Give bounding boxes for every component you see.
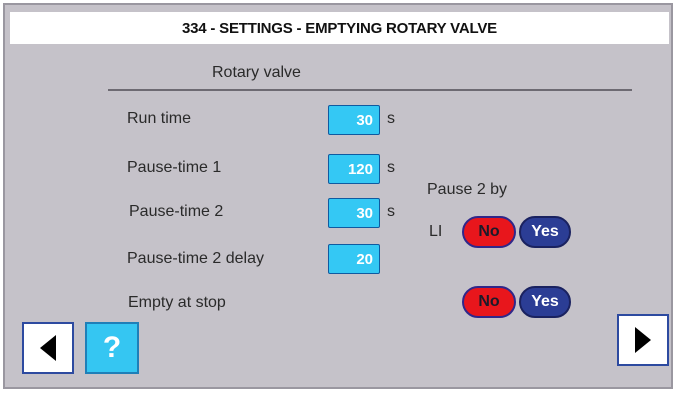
run-time-label: Run time <box>127 110 192 127</box>
pause-time-2-delay-label: Pause-time 2 delay <box>127 250 264 267</box>
section-title: Rotary valve <box>212 64 301 81</box>
help-button[interactable]: ? <box>85 322 139 374</box>
run-time-input[interactable]: 30 <box>328 105 380 135</box>
pause-2-by-label: Pause 2 by <box>427 181 508 198</box>
pause-time-1-label: Pause-time 1 <box>127 159 222 176</box>
pause-2-by-li-yes-button[interactable]: Yes <box>519 216 571 248</box>
pause-time-1-unit: s <box>387 159 395 176</box>
empty-at-stop-yes-button[interactable]: Yes <box>519 286 571 318</box>
empty-at-stop-label: Empty at stop <box>128 294 226 311</box>
section-divider <box>108 89 632 91</box>
pause-time-1-input[interactable]: 120 <box>328 154 380 184</box>
li-label: LI <box>429 223 443 240</box>
forward-button[interactable] <box>617 314 669 366</box>
pause-2-by-li-no-button[interactable]: No <box>462 216 516 248</box>
back-button[interactable] <box>22 322 74 374</box>
triangle-left-icon <box>40 335 56 361</box>
triangle-right-icon <box>635 327 651 353</box>
pause-time-2-unit: s <box>387 203 395 220</box>
screen-title: 334 - SETTINGS - EMPTYING ROTARY VALVE <box>10 12 669 44</box>
pause-time-2-label: Pause-time 2 <box>129 203 224 220</box>
run-time-unit: s <box>387 110 395 127</box>
pause-time-2-input[interactable]: 30 <box>328 198 380 228</box>
empty-at-stop-no-button[interactable]: No <box>462 286 516 318</box>
pause-time-2-delay-input[interactable]: 20 <box>328 244 380 274</box>
